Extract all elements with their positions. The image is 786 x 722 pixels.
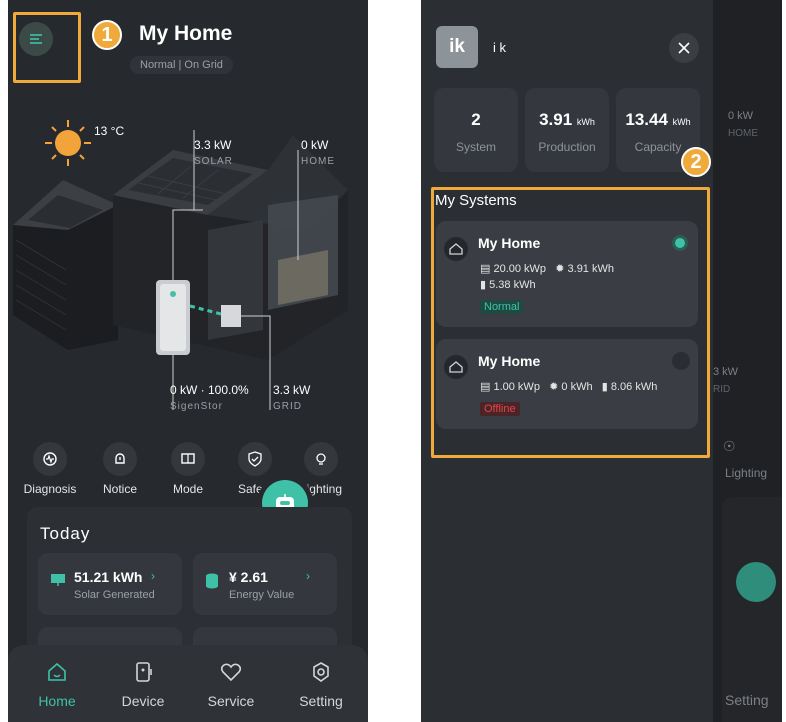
stat-unit: kWh [672, 117, 691, 127]
bg-setting-label: Setting [725, 692, 769, 708]
production-icon: ✹ [555, 263, 565, 275]
page-title: My Home [139, 22, 233, 45]
close-button[interactable] [669, 33, 699, 63]
stat-label: System [455, 140, 496, 154]
stat-value: 2 [471, 110, 481, 129]
bg-bulb-icon: ☉ [723, 438, 736, 454]
grid-label: GRID [273, 401, 302, 412]
tab-label: Device [121, 693, 165, 709]
system-name: My Home [478, 353, 541, 369]
bg-home-label: HOME [728, 128, 758, 139]
tab-label: Setting [299, 693, 343, 709]
system-capacity: 20.00 kWp [493, 263, 547, 275]
bg-today-section [722, 497, 782, 722]
energy-value-card[interactable]: ¥ 2.61 › Energy Value [193, 553, 337, 615]
battery-icon: ▮ [480, 279, 487, 291]
energy-value: ¥ 2.61 [229, 569, 268, 585]
production-icon: ✹ [549, 381, 559, 393]
mode-icon [171, 442, 205, 476]
shield-icon [238, 442, 272, 476]
solar-label: SOLAR [194, 156, 233, 167]
system-capacity: 1.00 kWp [493, 381, 540, 393]
home-screen: 1 My Home Normal | On Grid 13 °C 3.3 kW … [8, 0, 368, 722]
storage-label: SigenStor [170, 401, 223, 412]
gear-icon [313, 662, 329, 682]
chevron-right-icon: › [151, 569, 155, 583]
system-details-row: ▤ 1.00 kWp ✹ 0 kWh ▮ 8.06 kWh [480, 380, 657, 393]
step-badge-1: 1 [92, 20, 122, 50]
section-title: My Systems [435, 192, 517, 209]
grid-value: 3.3 kW [273, 383, 311, 397]
service-icon [220, 663, 242, 682]
battery-icon: ▮ [601, 381, 608, 393]
home-icon [48, 662, 66, 681]
stat-production: 3.91 kWh Production [525, 88, 609, 172]
tab-service[interactable]: Service [196, 659, 266, 709]
bg-grid-value: 3 kW [713, 366, 739, 378]
system-name: My Home [478, 235, 541, 251]
highlight-menu [13, 12, 81, 83]
bell-icon [103, 442, 137, 476]
avatar[interactable]: ik [436, 26, 478, 68]
home-label: HOME [301, 156, 335, 167]
status-subtitle: Normal | On Grid [130, 56, 233, 74]
solar-generated-label: Solar Generated [74, 589, 155, 601]
stat-value: 3.91 [539, 110, 573, 129]
device-icon [136, 662, 152, 682]
house-icon [444, 237, 468, 261]
bulb-icon [304, 442, 338, 476]
system-production: 0 kWh [561, 381, 593, 393]
system-production: 3.91 kWh [567, 263, 614, 275]
feature-label: Diagnosis [23, 482, 77, 496]
feature-diagnosis[interactable]: Diagnosis [20, 442, 80, 496]
feature-label: Notice [102, 482, 137, 496]
solar-generated-card[interactable]: 51.21 kWh › Solar Generated [38, 553, 182, 615]
coins-icon [206, 573, 218, 589]
panel-icon: ▤ [480, 381, 491, 393]
username: i k [493, 40, 506, 55]
tab-home[interactable]: Home [22, 659, 92, 709]
system-card[interactable]: My Home ▤ 20.00 kWp ✹ 3.91 kWh ▮ 5.38 kW… [436, 221, 698, 327]
storage-value: 0 kW · 100.0% [170, 383, 249, 397]
solar-panel-icon [51, 574, 65, 586]
bottom-tab-bar: Home Device Service Setting [8, 645, 368, 722]
panel-icon: ▤ [480, 263, 491, 275]
status-badge: Offline [480, 402, 520, 416]
chevron-right-icon: › [306, 569, 310, 583]
background-overlay: 0 kW HOME 3 kW RID ☉ Lighting Setting [713, 0, 782, 722]
system-card[interactable]: My Home ▤ 1.00 kWp ✹ 0 kWh ▮ 8.06 kWh Of… [436, 339, 698, 429]
stat-unit: kWh [576, 117, 595, 127]
bg-home-value: 0 kW [728, 110, 754, 122]
bg-grid-label: RID [713, 384, 731, 395]
home-value: 0 kW [301, 138, 329, 152]
solar-generated-value: 51.21 kWh [74, 569, 143, 585]
feature-label: Mode [172, 482, 204, 496]
system-unselected-radio[interactable] [672, 352, 690, 370]
step-badge-2: 2 [681, 147, 711, 177]
tab-label: Home [38, 693, 76, 709]
feature-mode[interactable]: Mode [158, 442, 218, 496]
tab-label: Service [207, 693, 255, 709]
energy-value-label: Energy Value [229, 589, 295, 601]
diagnosis-icon [33, 442, 67, 476]
status-badge: Normal [480, 300, 524, 314]
house-icon [444, 355, 468, 379]
feature-notice[interactable]: Notice [90, 442, 150, 496]
system-storage: 8.06 kWh [610, 381, 658, 393]
tab-device[interactable]: Device [108, 659, 178, 709]
system-capacity-row: ▤ 20.00 kWp ✹ 3.91 kWh [480, 262, 614, 275]
tab-setting[interactable]: Setting [286, 659, 356, 709]
system-storage: 5.38 kWh [489, 279, 536, 291]
stat-systems: 2 System [434, 88, 518, 172]
bg-assistant-button [736, 562, 776, 602]
system-selected-radio[interactable] [672, 235, 688, 251]
solar-value: 3.3 kW [194, 138, 232, 152]
close-icon [678, 42, 690, 54]
system-storage-row: ▮ 5.38 kWh [480, 278, 536, 291]
stat-label: Production [538, 140, 596, 154]
today-title: Today [40, 524, 91, 543]
bg-lighting-label: Lighting [725, 466, 768, 480]
stat-value: 13.44 [625, 110, 668, 129]
